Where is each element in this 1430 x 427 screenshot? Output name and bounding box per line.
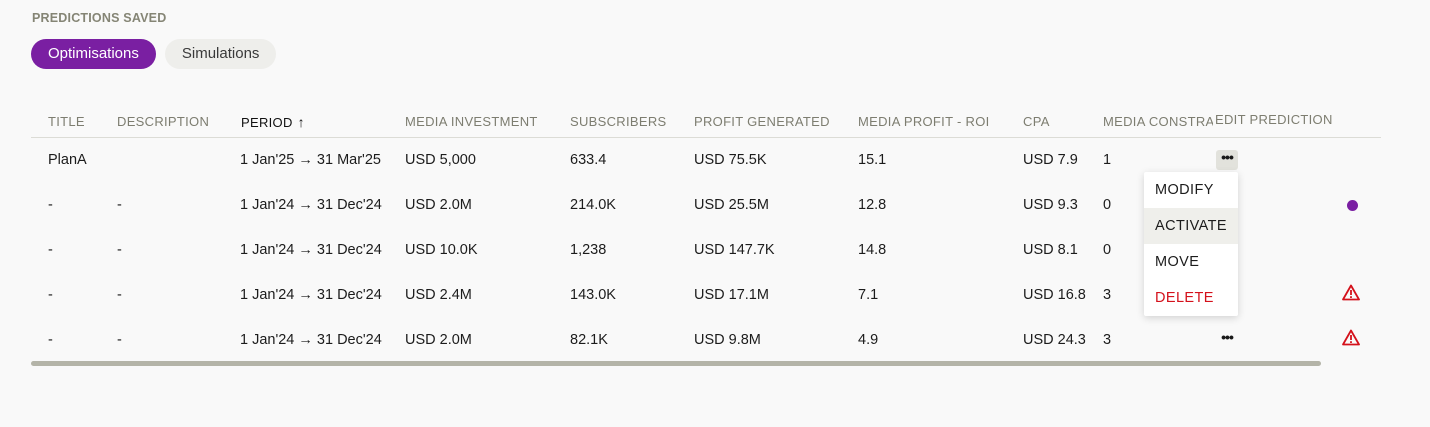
cell-roi: 7.1: [858, 287, 879, 303]
cell-constraints: 3: [1103, 332, 1112, 348]
cell-cpa: USD 7.9: [1023, 152, 1078, 168]
cell-constraints: 0: [1103, 242, 1112, 258]
cell-cpa: USD 8.1: [1023, 242, 1078, 258]
cell-constraints: 0: [1103, 197, 1112, 213]
cell-cpa: USD 9.3: [1023, 197, 1078, 213]
cell-title: -: [48, 332, 53, 348]
menu-item-activate[interactable]: ACTIVATE: [1144, 208, 1238, 244]
cell-subscribers: 1,238: [570, 242, 607, 258]
cell-profit-generated: USD 75.5K: [694, 152, 767, 168]
column-header-subscribers[interactable]: SUBSCRIBERS: [570, 114, 667, 129]
cell-roi: 4.9: [858, 332, 879, 348]
cell-media-investment: USD 5,000: [405, 152, 476, 168]
cell-profit-generated: USD 25.5M: [694, 197, 769, 213]
cell-title: -: [48, 242, 53, 258]
column-header-period[interactable]: PERIOD ↑: [241, 114, 305, 130]
prediction-tabs: Optimisations Simulations: [31, 39, 277, 69]
section-title: PREDICTIONS SAVED: [32, 11, 167, 25]
cell-media-investment: USD 2.0M: [405, 197, 472, 213]
table-row[interactable]: - - 1 Jan'24 → 31 Dec'24 USD 2.0M 82.1K …: [31, 318, 1381, 363]
tab-simulations[interactable]: Simulations: [164, 39, 277, 69]
menu-item-modify[interactable]: MODIFY: [1144, 172, 1238, 208]
cell-roi: 15.1: [858, 152, 887, 168]
column-header-title[interactable]: TITLE: [48, 114, 85, 129]
cell-cpa: USD 16.8: [1023, 287, 1086, 303]
column-header-edit-prediction: EDIT PREDICTION: [1215, 112, 1333, 127]
tab-optimisations[interactable]: Optimisations: [31, 39, 156, 69]
column-header-period-label: PERIOD: [241, 115, 293, 130]
cell-cpa: USD 24.3: [1023, 332, 1086, 348]
column-header-media-constraints[interactable]: MEDIA CONSTRA: [1103, 114, 1213, 129]
cell-roi: 14.8: [858, 242, 887, 258]
cell-period: 1 Jan'24 → 31 Dec'24: [240, 197, 382, 213]
cell-profit-generated: USD 17.1M: [694, 287, 769, 303]
cell-roi: 12.8: [858, 197, 887, 213]
cell-profit-generated: USD 9.8M: [694, 332, 761, 348]
cell-period: 1 Jan'25 → 31 Mar'25: [240, 152, 381, 168]
cell-title: PlanA: [48, 152, 87, 168]
cell-title: -: [48, 197, 53, 213]
cell-description: -: [117, 332, 122, 348]
cell-subscribers: 143.0K: [570, 287, 616, 303]
column-header-profit-generated[interactable]: PROFIT GENERATED: [694, 114, 830, 129]
column-header-media-investment[interactable]: MEDIA INVESTMENT: [405, 114, 538, 129]
column-header-description[interactable]: DESCRIPTION: [117, 114, 209, 129]
cell-constraints: 3: [1103, 287, 1112, 303]
cell-profit-generated: USD 147.7K: [694, 242, 775, 258]
cell-description: -: [117, 242, 122, 258]
warning-icon: [1342, 329, 1360, 346]
menu-item-move[interactable]: MOVE: [1144, 244, 1238, 280]
cell-description: -: [117, 287, 122, 303]
arrow-up-icon: ↑: [297, 114, 305, 130]
menu-item-delete[interactable]: DELETE: [1144, 280, 1238, 316]
cell-subscribers: 214.0K: [570, 197, 616, 213]
table-header: TITLE DESCRIPTION PERIOD ↑ MEDIA INVESTME…: [31, 110, 1381, 138]
cell-description: -: [117, 197, 122, 213]
cell-period: 1 Jan'24 → 31 Dec'24: [240, 242, 382, 258]
cell-media-investment: USD 2.0M: [405, 332, 472, 348]
column-header-media-profit-roi[interactable]: MEDIA PROFIT - ROI: [858, 114, 990, 129]
warning-icon: [1342, 284, 1360, 301]
row-actions-menu: MODIFY ACTIVATE MOVE DELETE: [1144, 172, 1238, 316]
active-status-dot: [1347, 200, 1358, 211]
more-actions-button[interactable]: •••: [1216, 150, 1238, 170]
cell-period: 1 Jan'24 → 31 Dec'24: [240, 332, 382, 348]
cell-constraints: 1: [1103, 152, 1112, 168]
cell-subscribers: 633.4: [570, 152, 607, 168]
column-header-cpa[interactable]: CPA: [1023, 114, 1050, 129]
cell-media-investment: USD 10.0K: [405, 242, 478, 258]
more-actions-button[interactable]: •••: [1216, 330, 1238, 350]
cell-period: 1 Jan'24 → 31 Dec'24: [240, 287, 382, 303]
cell-title: -: [48, 287, 53, 303]
cell-subscribers: 82.1K: [570, 332, 608, 348]
horizontal-scrollbar[interactable]: [31, 361, 1321, 366]
cell-media-investment: USD 2.4M: [405, 287, 472, 303]
